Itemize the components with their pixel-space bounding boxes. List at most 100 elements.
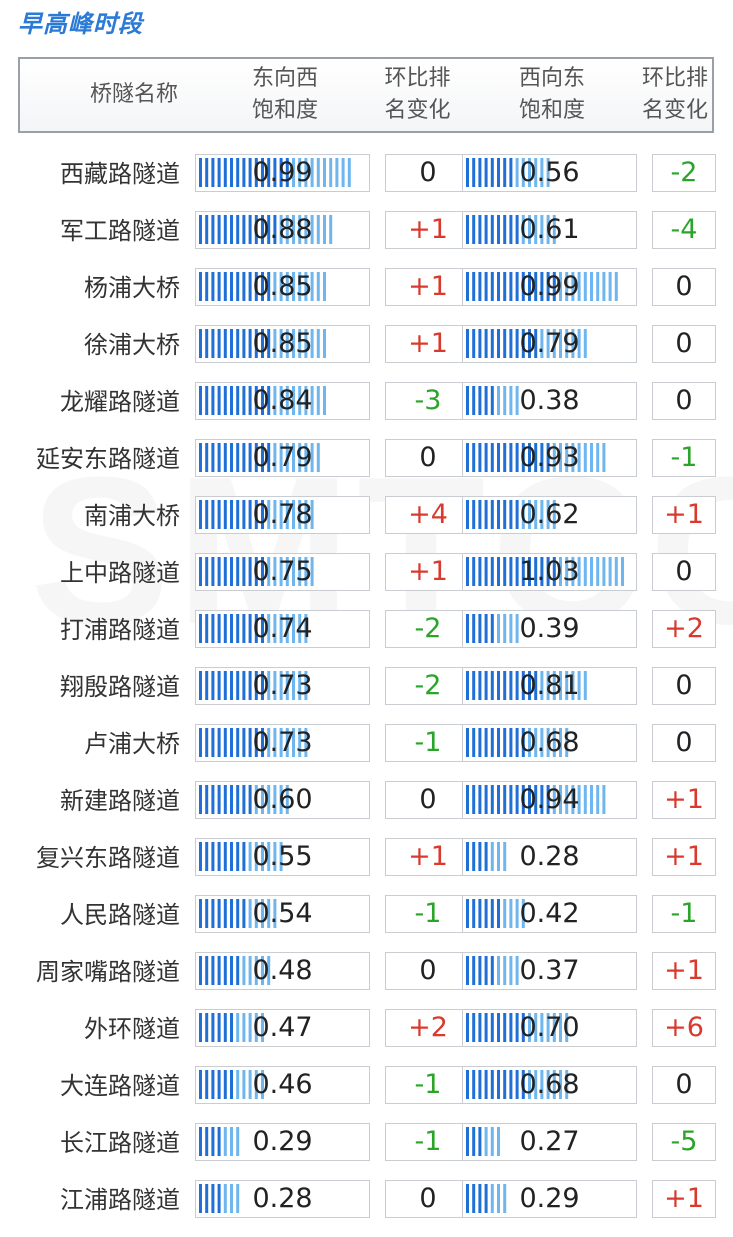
- we-saturation-bar: 0.28: [462, 838, 637, 876]
- table-header: 桥隧名称 东向西 饱和度 环比排 名变化 西向东 饱和度 环比排 名变化: [18, 57, 714, 133]
- we-saturation-value: 0.81: [519, 670, 580, 701]
- row-name: 新建路隧道: [60, 787, 180, 815]
- we-rank-change: -1: [652, 895, 716, 933]
- ew-saturation-value: 0.46: [252, 1069, 313, 1100]
- we-rank-change: 0: [652, 1066, 716, 1104]
- ew-saturation-bar: 0.79: [195, 439, 370, 477]
- ew-saturation-value: 0.85: [252, 271, 313, 302]
- row-name: 杨浦大桥: [84, 274, 180, 302]
- we-saturation-bar: 0.93: [462, 439, 637, 477]
- ew-saturation-value: 0.60: [252, 784, 313, 815]
- ew-saturation-value: 0.99: [252, 157, 313, 188]
- ew-rank-change: 0: [385, 1180, 471, 1218]
- we-saturation-value: 1.03: [519, 556, 580, 587]
- we-rank-change: +1: [652, 496, 716, 534]
- ew-saturation-bar: 0.88: [195, 211, 370, 249]
- ew-saturation-bar: 0.46: [195, 1066, 370, 1104]
- table-row: 翔殷路隧道 0.73 -2 0.81 0: [0, 667, 733, 724]
- ew-saturation-value: 0.28: [252, 1183, 313, 1214]
- we-rank-change: -5: [652, 1123, 716, 1161]
- we-saturation-value: 0.37: [519, 955, 580, 986]
- header-we-rank-change-line1: 环比排: [641, 66, 708, 91]
- we-saturation-value: 0.39: [519, 613, 580, 644]
- ew-saturation-value: 0.75: [252, 556, 313, 587]
- table-row: 徐浦大桥 0.85 +1 0.79 0: [0, 325, 733, 382]
- row-name: 江浦路隧道: [60, 1186, 180, 1214]
- we-saturation-bar: 0.29: [462, 1180, 637, 1218]
- we-rank-change: 0: [652, 325, 716, 363]
- we-rank-change: +1: [652, 952, 716, 990]
- we-rank-change: +2: [652, 610, 716, 648]
- table-row: 人民路隧道 0.54 -1 0.42 -1: [0, 895, 733, 952]
- header-ew-saturation-line2: 饱和度: [251, 98, 318, 123]
- we-saturation-value: 0.93: [519, 442, 580, 473]
- ew-rank-change: +1: [385, 268, 471, 306]
- we-rank-change: +6: [652, 1009, 716, 1047]
- we-saturation-bar: 0.61: [462, 211, 637, 249]
- ew-rank-change: +1: [385, 553, 471, 591]
- ew-saturation-value: 0.78: [252, 499, 313, 530]
- we-saturation-value: 0.56: [519, 157, 580, 188]
- table-row: 新建路隧道 0.60 0 0.94 +1: [0, 781, 733, 838]
- ew-saturation-bar: 0.85: [195, 325, 370, 363]
- table-row: 延安东路隧道 0.79 0 0.93 -1: [0, 439, 733, 496]
- we-saturation-bar: 0.37: [462, 952, 637, 990]
- ew-saturation-bar: 0.75: [195, 553, 370, 591]
- row-name: 翔殷路隧道: [60, 673, 180, 701]
- ew-saturation-bar: 0.73: [195, 667, 370, 705]
- we-saturation-bar: 0.62: [462, 496, 637, 534]
- ew-saturation-bar: 0.48: [195, 952, 370, 990]
- we-saturation-value: 0.99: [519, 271, 580, 302]
- ew-saturation-bar: 0.99: [195, 154, 370, 192]
- ew-saturation-bar: 0.85: [195, 268, 370, 306]
- we-saturation-value: 0.70: [519, 1012, 580, 1043]
- we-saturation-bar: 1.03: [462, 553, 637, 591]
- ew-saturation-value: 0.73: [252, 670, 313, 701]
- ew-saturation-bar: 0.54: [195, 895, 370, 933]
- row-name: 大连路隧道: [60, 1072, 180, 1100]
- ew-rank-change: -2: [385, 667, 471, 705]
- row-name: 周家嘴路隧道: [36, 958, 180, 986]
- table-row: 长江路隧道 0.29 -1 0.27 -5: [0, 1123, 733, 1180]
- table-row: 外环隧道 0.47 +2 0.70 +6: [0, 1009, 733, 1066]
- we-saturation-value: 0.28: [519, 841, 580, 872]
- table-row: 复兴东路隧道 0.55 +1 0.28 +1: [0, 838, 733, 895]
- table-row: 上中路隧道 0.75 +1 1.03 0: [0, 553, 733, 610]
- ew-saturation-value: 0.47: [252, 1012, 313, 1043]
- we-rank-change: +1: [652, 1180, 716, 1218]
- row-name: 复兴东路隧道: [36, 844, 180, 872]
- header-we-rank-change: 环比排 名变化: [630, 59, 720, 131]
- we-saturation-value: 0.61: [519, 214, 580, 245]
- ew-rank-change: -3: [385, 382, 471, 420]
- ew-saturation-value: 0.29: [252, 1126, 313, 1157]
- ew-saturation-bar: 0.74: [195, 610, 370, 648]
- we-saturation-bar: 0.39: [462, 610, 637, 648]
- we-saturation-bar: 0.68: [462, 724, 637, 762]
- table-row: 卢浦大桥 0.73 -1 0.68 0: [0, 724, 733, 781]
- we-saturation-value: 0.29: [519, 1183, 580, 1214]
- ew-saturation-value: 0.54: [252, 898, 313, 929]
- we-rank-change: -1: [652, 439, 716, 477]
- table-row: 南浦大桥 0.78 +4 0.62 +1: [0, 496, 733, 553]
- row-name: 长江路隧道: [60, 1129, 180, 1157]
- we-rank-change: 0: [652, 382, 716, 420]
- we-rank-change: -4: [652, 211, 716, 249]
- header-we-rank-change-line2: 名变化: [641, 98, 708, 123]
- we-saturation-value: 0.94: [519, 784, 580, 815]
- table-row: 周家嘴路隧道 0.48 0 0.37 +1: [0, 952, 733, 1009]
- table-row: 打浦路隧道 0.74 -2 0.39 +2: [0, 610, 733, 667]
- ew-saturation-bar: 0.84: [195, 382, 370, 420]
- ew-rank-change: +4: [385, 496, 471, 534]
- ew-saturation-bar: 0.55: [195, 838, 370, 876]
- row-name: 延安东路隧道: [36, 445, 180, 473]
- table-row: 军工路隧道 0.88 +1 0.61 -4: [0, 211, 733, 268]
- ew-saturation-bar: 0.60: [195, 781, 370, 819]
- header-ew-rank-change: 环比排 名变化: [370, 59, 465, 131]
- header-ew-saturation: 东向西 饱和度: [215, 59, 355, 131]
- header-we-saturation: 西向东 饱和度: [482, 59, 622, 131]
- we-saturation-bar: 0.27: [462, 1123, 637, 1161]
- page-title: 早高峰时段: [18, 10, 143, 38]
- we-rank-change: +1: [652, 781, 716, 819]
- ew-saturation-bar: 0.78: [195, 496, 370, 534]
- ew-rank-change: 0: [385, 781, 471, 819]
